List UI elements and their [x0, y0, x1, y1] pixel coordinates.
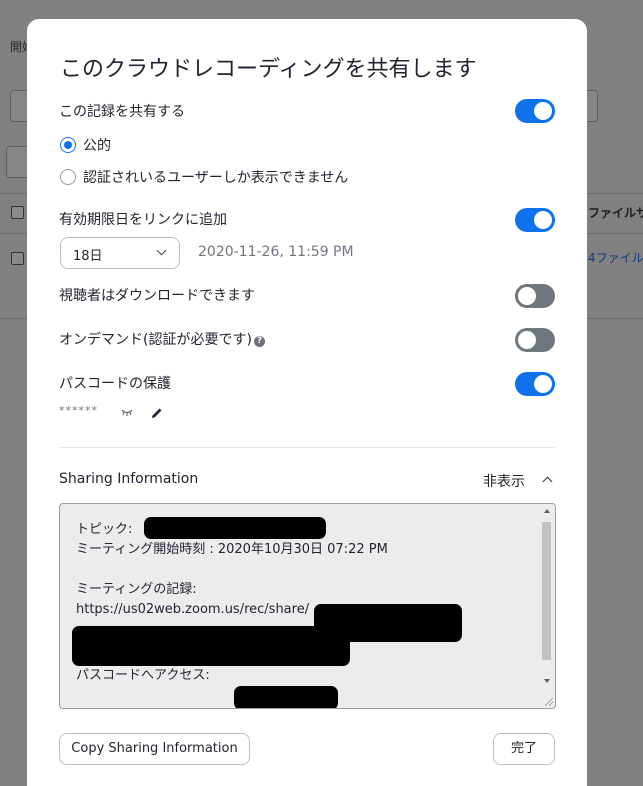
background-file-link: 4ファイル: [588, 251, 643, 265]
sharing-info-title: Sharing Information: [59, 471, 199, 487]
dialog-title: このクラウドレコーディングを共有します: [60, 57, 477, 82]
background-column-header: ファイルサイズ: [588, 206, 643, 220]
scroll-down-arrow-icon[interactable]: [544, 679, 550, 683]
share-recording-dialog: このクラウドレコーディングを共有します この記録を共有する 公的 認証されいるユ…: [27, 19, 587, 786]
sharing-recording-url: https://us02web.zoom.us/rec/share/: [76, 602, 310, 617]
done-button[interactable]: 完了: [493, 733, 555, 765]
resize-grip-icon[interactable]: [545, 698, 553, 706]
share-toggle-label: この記録を共有する: [59, 104, 185, 120]
on-demand-label-row: オンデマンド(認証が必要です)?: [59, 329, 265, 349]
radio-authenticated-only-label[interactable]: 認証されいるユーザーしか表示できません: [83, 167, 348, 187]
redaction-topic: [144, 517, 326, 539]
sharing-recording-label: ミーティングの記録:: [76, 582, 197, 597]
on-demand-toggle[interactable]: [515, 328, 555, 352]
copy-sharing-info-button[interactable]: Copy Sharing Information: [59, 733, 250, 765]
textarea-scrollbar[interactable]: [539, 504, 555, 708]
sharing-passcode-access: パスコードへアクセス:: [76, 668, 210, 683]
eye-closed-icon[interactable]: [121, 408, 133, 416]
download-toggle[interactable]: [515, 284, 555, 308]
expiry-label: 有効期限日をリンクに追加: [59, 212, 227, 228]
passcode-masked-value: ******: [59, 404, 98, 417]
scrollbar-thumb[interactable]: [542, 522, 551, 660]
chevron-up-icon[interactable]: [542, 476, 553, 487]
expiry-date: 2020-11-26, 11:59 PM: [198, 244, 354, 260]
radio-public-label[interactable]: 公的: [83, 135, 111, 155]
chevron-down-icon: [156, 245, 167, 256]
download-label: 視聴者はダウンロードできます: [59, 288, 255, 304]
expiry-toggle[interactable]: [515, 208, 555, 232]
radio-authenticated-only[interactable]: [60, 169, 76, 185]
sharing-info-textarea[interactable]: トピック: ミーティング開始時刻 : 2020年10月30日 07:22 PM …: [59, 503, 556, 709]
share-toggle[interactable]: [515, 99, 555, 123]
expiry-days-value: 18日: [73, 249, 103, 264]
sharing-info-hide-toggle[interactable]: 非表示: [483, 471, 525, 491]
redaction-url: [72, 626, 350, 666]
expiry-days-select[interactable]: 18日: [60, 237, 180, 269]
passcode-label: パスコードの保護: [59, 376, 171, 392]
passcode-toggle[interactable]: [515, 372, 555, 396]
background-row-checkbox: [11, 252, 24, 265]
scroll-up-arrow-icon[interactable]: [544, 509, 550, 513]
redaction-passcode: [234, 686, 338, 708]
pencil-icon[interactable]: [151, 407, 163, 419]
radio-public[interactable]: [60, 137, 76, 153]
background-header-checkbox: [11, 206, 24, 219]
section-divider: [59, 447, 555, 448]
sharing-start-time: ミーティング開始時刻 : 2020年10月30日 07:22 PM: [76, 542, 388, 557]
question-circle-icon[interactable]: ?: [253, 336, 265, 347]
on-demand-label: オンデマンド(認証が必要です): [59, 332, 252, 348]
